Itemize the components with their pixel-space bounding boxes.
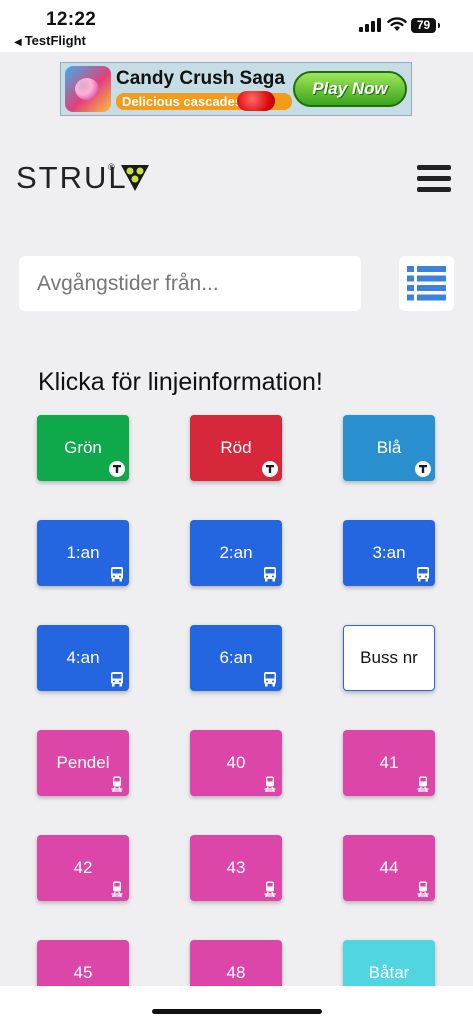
tile-label: 1:an [66,543,100,562]
line-tile-bus-4[interactable]: 4:an [37,625,129,691]
tile-label: 43 [226,858,246,877]
tile-label: Grön [64,438,102,457]
registered-mark: ® [108,162,115,172]
line-tile-pendel[interactable]: Pendel [37,730,129,796]
metro-t-icon [109,461,125,477]
bus-icon [415,566,431,582]
line-tile-bla[interactable]: Blå [343,415,435,481]
line-tile-40[interactable]: 40 [190,730,282,796]
ad-title: Candy Crush Saga [116,68,285,89]
line-tile-42[interactable]: 42 [37,835,129,901]
tile-label: 6:an [219,648,253,667]
train-icon [109,776,125,793]
bus-icon [109,671,125,687]
tile-label: Röd [220,438,252,457]
section-title: Klicka för linjeinformation! [38,368,323,396]
tile-label: Blå [376,438,402,457]
bus-icon [262,671,278,687]
tile-label: 45 [73,963,93,982]
battery-indicator: 79 [411,18,440,33]
list-view-button[interactable] [399,256,454,311]
wifi-icon [387,17,407,31]
home-indicator-area [0,986,473,1024]
back-app-label: TestFlight [24,33,86,48]
tile-label: 4:an [66,648,100,667]
line-tile-gron[interactable]: Grön [37,415,129,481]
tile-label: 42 [73,858,93,877]
candy-graphic [237,91,275,111]
tile-label: 40 [226,753,246,772]
back-arrow-icon: ◀ [14,37,22,48]
list-icon [407,266,446,301]
line-tile-41[interactable]: 41 [343,730,435,796]
bus-icon [262,566,278,582]
tile-label: Båtar [368,963,410,982]
line-tile-bus-6[interactable]: 6:an [190,625,282,691]
status-time: 12:22 [46,9,97,30]
tile-label: Pendel [56,753,110,772]
tile-label: 2:an [219,543,253,562]
line-tile-bus-2[interactable]: 2:an [190,520,282,586]
home-indicator[interactable] [152,1009,322,1014]
tile-label: 44 [379,858,399,877]
line-tile-bus-1[interactable]: 1:an [37,520,129,586]
train-icon [109,881,125,898]
back-to-app-link[interactable]: ◀ TestFlight [14,33,86,48]
metro-t-icon [415,461,431,477]
bus-icon [109,566,125,582]
tile-label: Buss nr [360,648,418,667]
line-tile-44[interactable]: 44 [343,835,435,901]
status-bar: 12:22 ◀ TestFlight 79 [0,0,473,52]
line-tile-43[interactable]: 43 [190,835,282,901]
line-tile-bus-3[interactable]: 3:an [343,520,435,586]
train-icon [415,881,431,898]
train-icon [262,881,278,898]
tile-label: 3:an [372,543,406,562]
metro-t-icon [262,461,278,477]
departures-search-input[interactable]: Avgångstider från... [19,256,361,311]
hamburger-menu-icon[interactable] [417,165,454,193]
bus-number-button[interactable]: Buss nr [343,625,435,691]
train-icon [262,776,278,793]
ad-play-now-button[interactable]: Play Now [293,71,407,107]
cellular-signal-icon [359,18,381,32]
candy-crush-app-icon [65,66,111,112]
traffic-light-logo-icon [121,165,149,191]
line-tile-rod[interactable]: Röd [190,415,282,481]
ad-banner[interactable]: Candy Crush Saga Delicious cascades Play… [60,62,412,116]
tile-label: 41 [379,753,399,772]
tile-label: 48 [226,963,246,982]
train-icon [415,776,431,793]
